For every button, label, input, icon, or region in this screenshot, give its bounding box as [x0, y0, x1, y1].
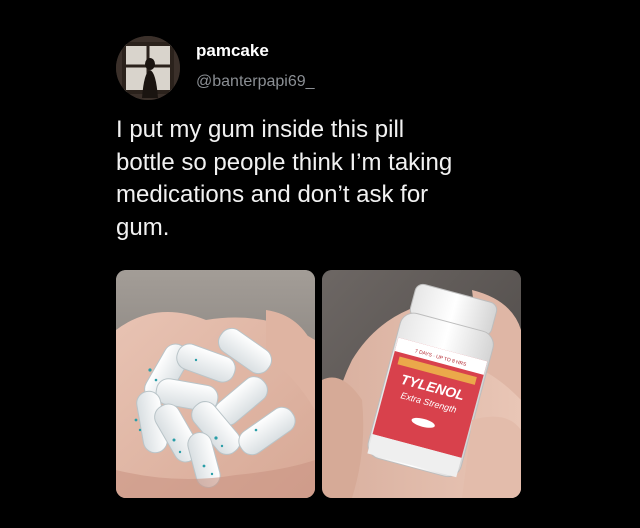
avatar[interactable] [116, 36, 180, 100]
profile-photo-icon [116, 36, 180, 100]
gum-in-hand-photo[interactable] [116, 270, 315, 498]
tweet-text: I put my gum inside this pill bottle so … [116, 116, 453, 241]
author-handle[interactable]: @banterpapi69_ [196, 72, 315, 92]
tweet-card: pamcake @banterpapi69_ I put my gum insi… [0, 0, 640, 528]
pill-bottle-photo[interactable]: 7 DAYS · UP TO 8 HRS TYLENOL Extra Stren… [322, 270, 521, 498]
author-display-name[interactable]: pamcake [196, 41, 269, 61]
